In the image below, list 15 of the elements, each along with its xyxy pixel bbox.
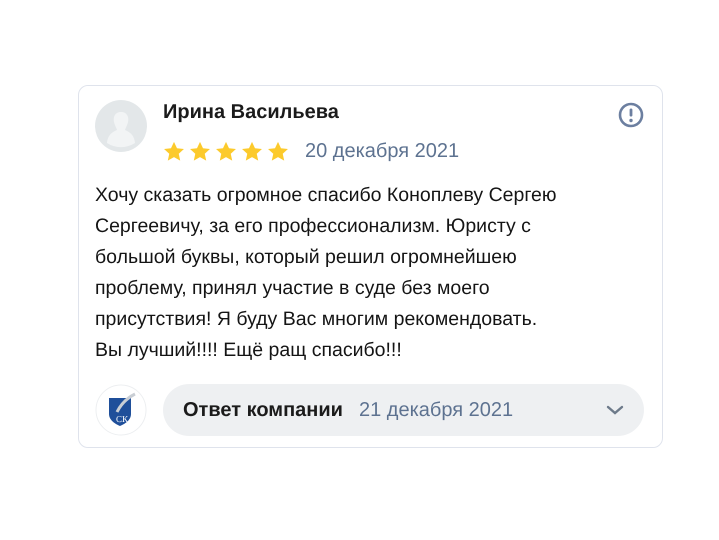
review-text: Хочу сказать огромное спасибо Коноплеву Сергею Сергеевичу, за его профессионализм. Юристу с большой буквы, который решил огромнейшею проблему, принял участие в суде без моего присутствия! Я буду Вас многим рекомендовать. Вы лучший!!!! Ещё ращ спасибо!!! bbox=[95, 183, 558, 363]
reply-label: Ответ компании bbox=[183, 398, 343, 423]
company-logo: СК bbox=[95, 384, 147, 436]
author-name: Ирина Васильева bbox=[163, 100, 339, 124]
star-icon bbox=[215, 140, 237, 162]
chevron-icon[interactable] bbox=[606, 404, 624, 416]
star-icon bbox=[163, 140, 185, 162]
reply-date: 21 декабря 2021 bbox=[358, 398, 514, 423]
star-icon bbox=[267, 140, 289, 162]
report-icon[interactable] bbox=[618, 102, 644, 128]
avatar bbox=[95, 100, 147, 152]
star-icon bbox=[189, 140, 211, 162]
star-icon bbox=[241, 140, 263, 162]
company-reply-bar[interactable]: Ответ компании 21 декабря 2021 bbox=[163, 384, 644, 436]
review-date: 20 декабря 2021 bbox=[305, 139, 460, 164]
